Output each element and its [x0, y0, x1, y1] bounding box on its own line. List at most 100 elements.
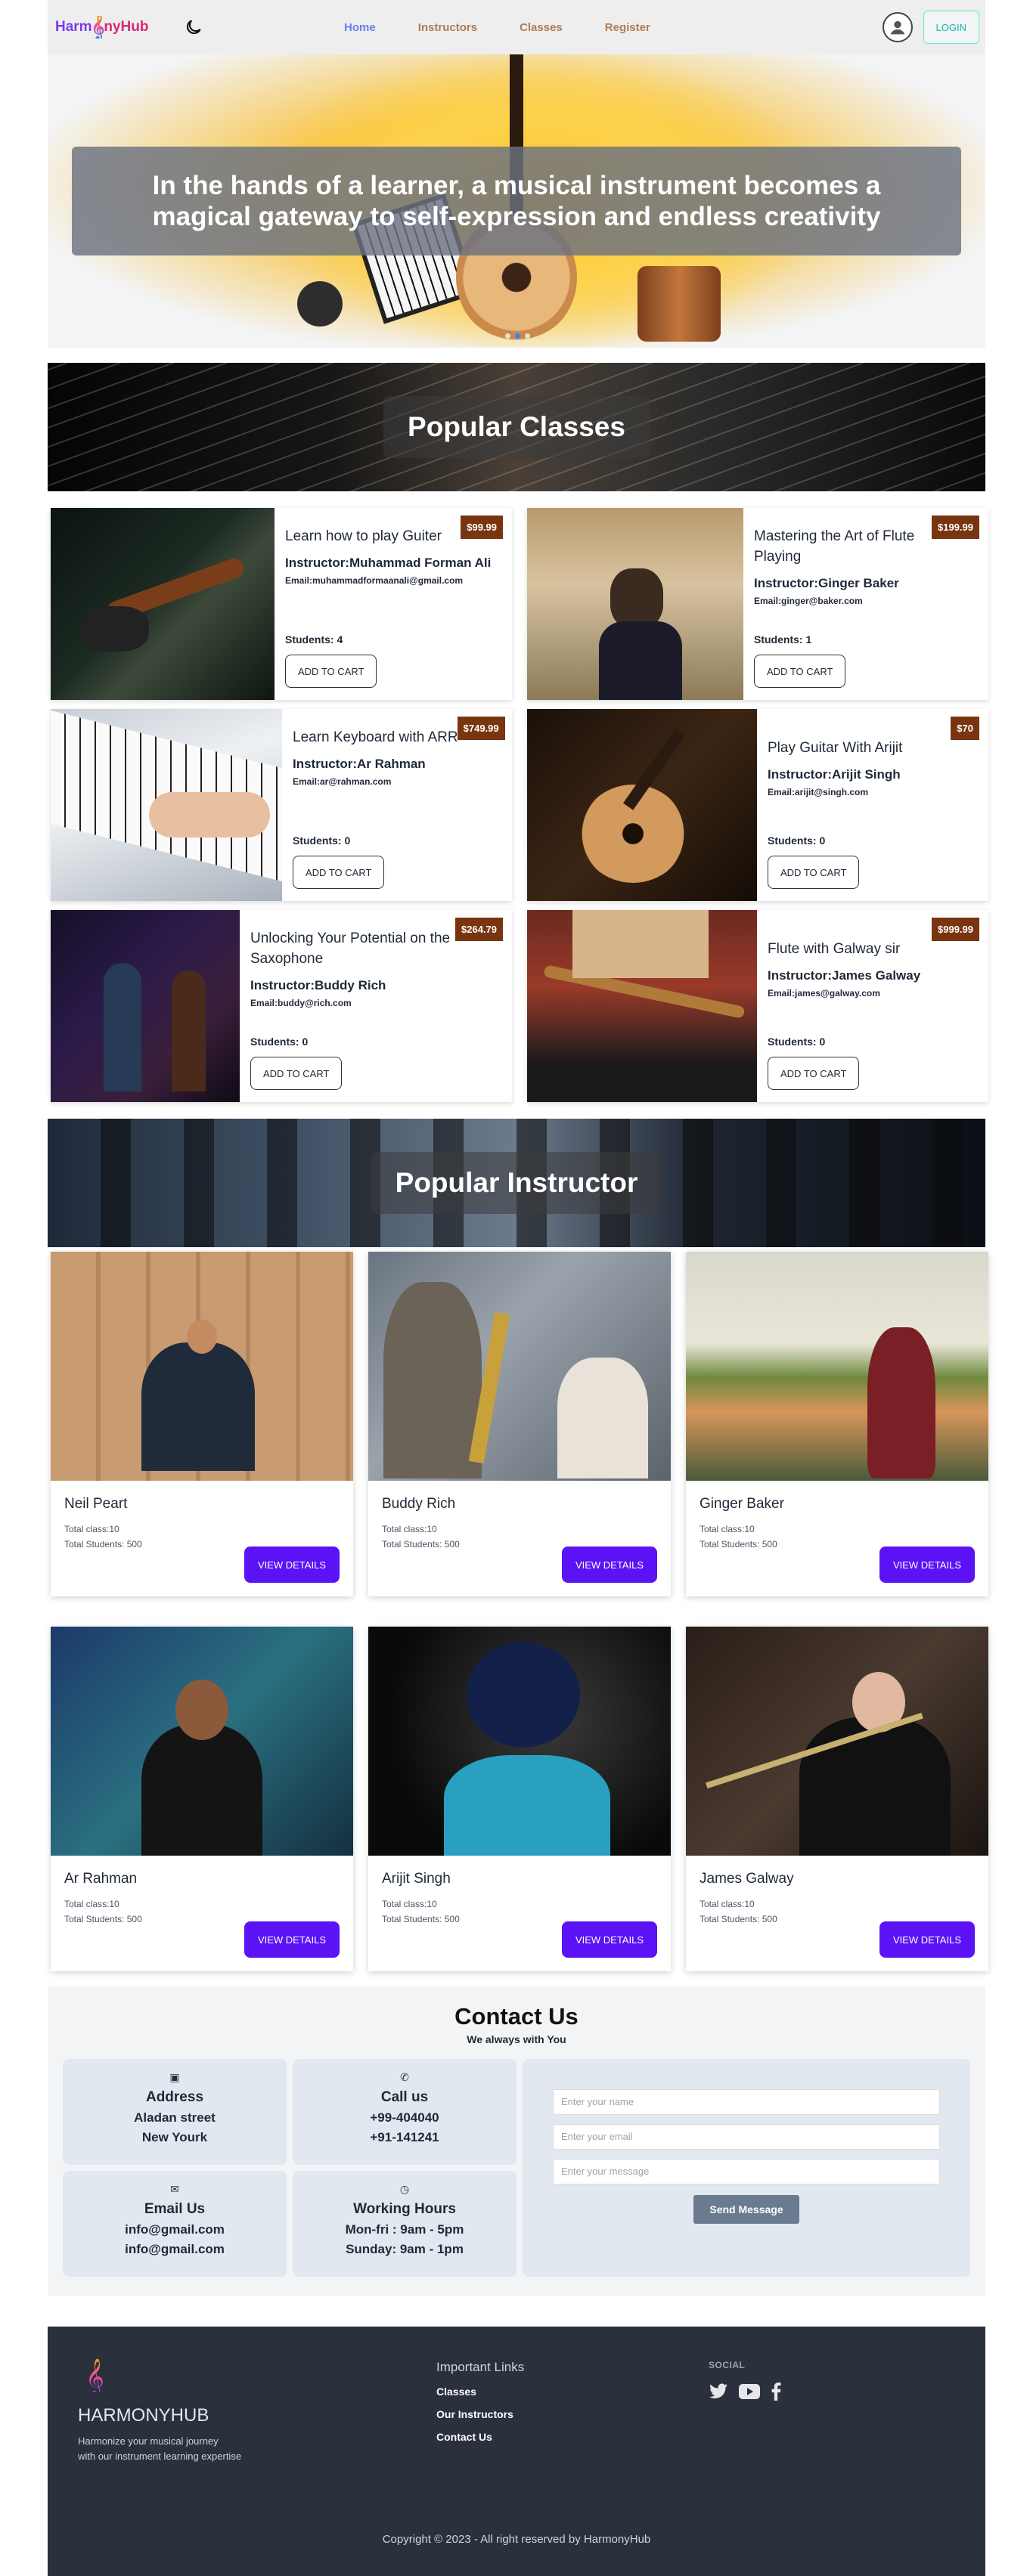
contact-title: Contact Us	[454, 2003, 579, 2030]
info-line: +99-404040	[370, 2110, 439, 2125]
treble-clef-icon: 𝄞	[91, 14, 105, 39]
instructor-grid: Neil Peart Total class:10 Total Students…	[48, 1247, 988, 1971]
nav-right: LOGIN	[882, 11, 979, 44]
info-line: New Yourk	[141, 2130, 208, 2144]
footer-link-classes[interactable]: Classes	[436, 2386, 524, 2398]
instructor-card: James Galway Total class:10 Total Studen…	[686, 1627, 988, 1971]
nav-register[interactable]: Register	[605, 21, 650, 34]
add-to-cart-button[interactable]: ADD TO CART	[285, 655, 377, 688]
add-to-cart-button[interactable]: ADD TO CART	[768, 856, 860, 889]
info-card-call: ✆ Call us +99-404040 +91-141241	[293, 2059, 516, 2165]
add-to-cart-button[interactable]: ADD TO CART	[293, 856, 385, 889]
carousel-dot[interactable]	[525, 333, 530, 339]
nav-instructors[interactable]: Instructors	[418, 21, 477, 34]
view-details-button[interactable]: VIEW DETAILS	[244, 1547, 340, 1583]
class-instructor: Instructor:Muhammad Forman Ali	[285, 556, 492, 570]
footer-link-instructors[interactable]: Our Instructors	[436, 2408, 524, 2420]
footer-desc-line: with our instrument learning expertise	[78, 2451, 242, 2462]
view-details-button[interactable]: VIEW DETAILS	[561, 1921, 657, 1958]
moon-icon[interactable]	[184, 17, 203, 37]
class-image	[527, 709, 757, 901]
class-email: Email:muhammadformaanali@gmail.com	[285, 575, 464, 586]
popular-classes-banner: Popular Classes	[48, 363, 985, 491]
class-instructor: Instructor:James Galway	[768, 968, 921, 983]
add-to-cart-button[interactable]: ADD TO CART	[250, 1057, 343, 1090]
view-details-button[interactable]: VIEW DETAILS	[561, 1547, 657, 1583]
view-details-button[interactable]: VIEW DETAILS	[879, 1547, 975, 1583]
info-line: Mon-fri : 9am - 5pm	[345, 2222, 464, 2237]
address-card-icon: ▣	[169, 2071, 180, 2083]
class-image	[51, 910, 240, 1102]
footer-description: Harmonize your musical journey with our …	[78, 2434, 241, 2464]
instructor-classes: Total class:10	[382, 1524, 437, 1534]
price-badge: $264.79	[455, 918, 503, 941]
footer-link-contact[interactable]: Contact Us	[436, 2431, 524, 2443]
price-badge: $199.99	[932, 516, 979, 539]
class-image	[527, 910, 757, 1102]
class-image	[527, 508, 743, 700]
class-email: Email:ar@rahman.com	[293, 776, 392, 787]
logo-text-start: Harm	[55, 19, 92, 35]
add-to-cart-button[interactable]: ADD TO CART	[768, 1057, 860, 1090]
info-card-address: ▣ Address Aladan street New Yourk	[63, 2059, 287, 2165]
facebook-icon[interactable]	[771, 2382, 781, 2404]
view-details-button[interactable]: VIEW DETAILS	[244, 1921, 340, 1958]
nav-classes[interactable]: Classes	[520, 21, 563, 34]
instructor-classes: Total class:10	[700, 1899, 755, 1909]
instructor-photo	[368, 1252, 671, 1481]
class-students: Students: 0	[768, 1036, 826, 1048]
add-to-cart-button[interactable]: ADD TO CART	[754, 655, 846, 688]
carousel-dot-active[interactable]	[515, 333, 520, 339]
class-instructor: Instructor:Buddy Rich	[250, 978, 386, 992]
instructor-name: James Galway	[700, 1871, 794, 1887]
twitter-icon[interactable]	[709, 2383, 728, 2404]
class-card-body: $999.99 Flute with Galway sir Instructor…	[757, 910, 988, 1102]
hero-carousel: In the hands of a learner, a musical ins…	[48, 54, 985, 348]
instructor-card: Arijit Singh Total class:10 Total Studen…	[368, 1627, 671, 1971]
carousel-dot[interactable]	[505, 333, 510, 339]
instructor-card: Buddy Rich Total class:10 Total Students…	[368, 1252, 671, 1596]
info-card-email: ✉ Email Us info@gmail.com info@gmail.com	[63, 2171, 287, 2277]
class-image	[51, 709, 282, 901]
class-instructor: Instructor:Ar Rahman	[293, 757, 426, 771]
class-card: $199.99 Mastering the Art of Flute Playi…	[527, 508, 988, 700]
class-card-body: $264.79 Unlocking Your Potential on the …	[240, 910, 512, 1102]
user-circle-icon[interactable]	[882, 12, 913, 42]
instructor-card: Ar Rahman Total class:10 Total Students:…	[51, 1627, 353, 1971]
instructor-classes: Total class:10	[64, 1524, 119, 1534]
contact-form: Enter your name Enter your email Enter y…	[523, 2059, 970, 2277]
treble-clef-icon: 𝄞	[81, 2357, 111, 2396]
footer-desc-line: Harmonize your musical journey	[78, 2435, 219, 2447]
message-field[interactable]: Enter your message	[553, 2159, 940, 2184]
instructor-classes: Total class:10	[64, 1899, 119, 1909]
class-email: Email:arijit@singh.com	[768, 787, 869, 797]
section-title: Popular Classes	[383, 396, 650, 458]
footer-brand: HARMONYHUB	[78, 2405, 209, 2426]
contact-info-grid: ▣ Address Aladan street New Yourk ✆ Call…	[63, 2059, 516, 2277]
name-field[interactable]: Enter your name	[553, 2089, 940, 2115]
instructor-classes: Total class:10	[700, 1524, 755, 1534]
class-image	[51, 508, 275, 700]
class-card-body: $199.99 Mastering the Art of Flute Playi…	[743, 508, 988, 700]
email-field[interactable]: Enter your email	[553, 2124, 940, 2150]
class-card-body: $70 Play Guitar With Arijit Instructor:A…	[757, 709, 988, 901]
info-card-hours: ◷ Working Hours Mon-fri : 9am - 5pm Sund…	[293, 2171, 516, 2277]
instructor-name: Buddy Rich	[382, 1496, 456, 1512]
envelope-icon: ✉	[170, 2183, 179, 2195]
youtube-icon[interactable]	[739, 2384, 760, 2403]
logo[interactable]: Harm 𝄞 nyHub	[55, 16, 169, 39]
class-card: $70 Play Guitar With Arijit Instructor:A…	[527, 709, 988, 901]
info-line: Aladan street	[134, 2110, 216, 2125]
classes-grid: $99.99 Learn how to play Guiter Instruct…	[48, 491, 988, 1102]
class-instructor: Instructor:Arijit Singh	[768, 767, 901, 782]
price-badge: $99.99	[461, 516, 503, 539]
view-details-button[interactable]: VIEW DETAILS	[879, 1921, 975, 1958]
nav-home[interactable]: Home	[344, 21, 376, 34]
instructor-photo	[51, 1627, 353, 1856]
footer-social: SOCIAL	[709, 2360, 781, 2404]
send-message-button[interactable]: Send Message	[693, 2195, 799, 2224]
hero-headline: In the hands of a learner, a musical ins…	[152, 171, 881, 231]
instructor-photo	[368, 1627, 671, 1856]
class-email: Email:james@galway.com	[768, 988, 880, 999]
login-button[interactable]: LOGIN	[923, 11, 979, 44]
